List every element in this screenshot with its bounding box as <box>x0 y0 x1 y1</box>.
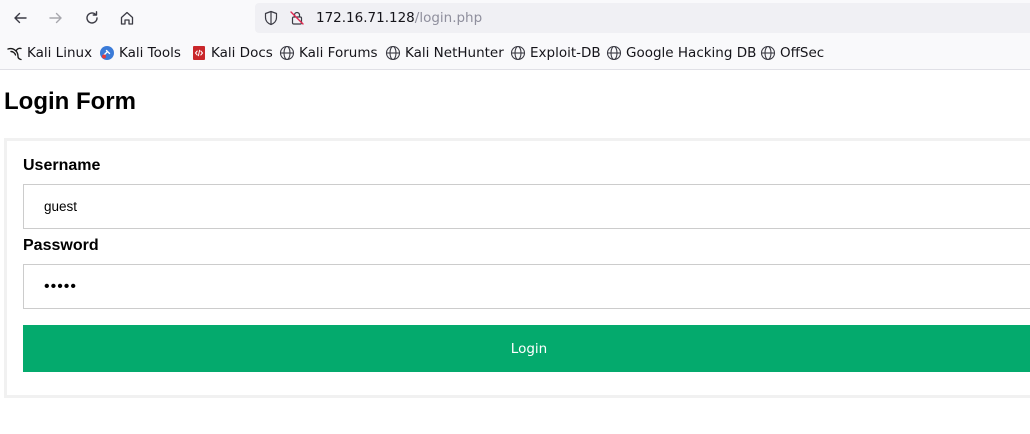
globe-icon <box>760 45 776 61</box>
arrow-right-icon <box>49 12 62 24</box>
bookmark-exploit-db[interactable]: Exploit-DB <box>510 44 601 62</box>
bookmark-label: Kali NetHunter <box>405 45 504 61</box>
home-icon <box>120 11 134 25</box>
url-path: /login.php <box>414 10 483 26</box>
browser-nav-bar: 172.16.71.128/login.php <box>0 0 1030 36</box>
bookmark-label: Kali Docs <box>211 45 273 61</box>
reload-icon <box>86 11 98 24</box>
globe-icon <box>279 45 295 61</box>
bookmark-kali-tools[interactable]: Kali Tools <box>99 44 181 62</box>
username-label: Username <box>23 157 101 174</box>
globe-icon <box>385 45 401 61</box>
bookmark-label: Exploit-DB <box>530 45 601 61</box>
bookmark-label: Kali Forums <box>299 45 378 61</box>
login-button[interactable]: Login <box>23 325 1030 372</box>
kali-dragon-icon <box>7 47 22 61</box>
bookmark-label: Kali Linux <box>27 45 93 61</box>
login-form: Username Password Login <box>4 138 1030 398</box>
globe-icon <box>510 45 526 61</box>
bookmark-kali-forums[interactable]: Kali Forums <box>279 44 378 62</box>
bookmark-kali-nethunter[interactable]: Kali NetHunter <box>385 44 504 62</box>
username-input[interactable] <box>23 184 1030 229</box>
arrow-left-icon <box>14 12 27 24</box>
shield-icon[interactable] <box>263 10 279 26</box>
bookmark-kali-linux[interactable]: Kali Linux <box>7 44 92 62</box>
forward-button[interactable] <box>44 6 68 30</box>
back-button[interactable] <box>8 6 32 30</box>
login-button-label: Login <box>510 340 548 357</box>
home-button[interactable] <box>115 6 139 30</box>
password-label: Password <box>23 237 99 254</box>
bookmark-kali-docs[interactable]: Kali Docs <box>191 44 273 62</box>
kali-tools-icon <box>100 46 114 60</box>
bookmarks-toolbar: Kali Linux Kali Tools Kali Docs Kali For… <box>0 36 1030 70</box>
insecure-lock-icon[interactable] <box>289 10 305 26</box>
bookmark-label: OffSec <box>780 45 825 61</box>
bookmark-label: Kali Tools <box>119 45 181 61</box>
kali-docs-icon <box>193 46 205 60</box>
globe-icon <box>606 45 622 61</box>
reload-button[interactable] <box>80 6 104 30</box>
bookmark-label: Google Hacking DB <box>626 45 757 61</box>
bookmark-google-hacking-db[interactable]: Google Hacking DB <box>606 44 756 62</box>
page-title: Login Form <box>4 88 136 115</box>
address-bar[interactable]: 172.16.71.128/login.php <box>255 3 1030 33</box>
url-text[interactable]: 172.16.71.128/login.php <box>316 10 482 26</box>
url-host: 172.16.71.128 <box>316 10 415 26</box>
password-input[interactable] <box>23 264 1030 309</box>
bookmark-offsec[interactable]: OffSec <box>760 44 824 62</box>
